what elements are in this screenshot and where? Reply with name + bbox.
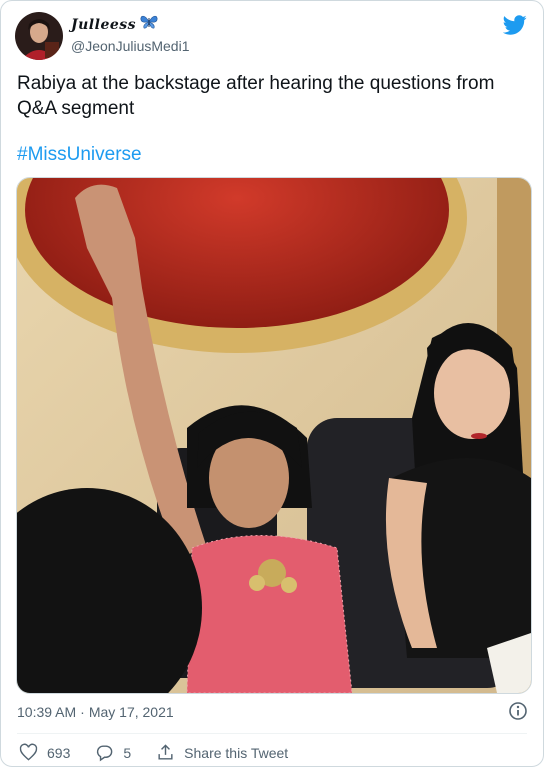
avatar[interactable]	[15, 12, 63, 60]
author-name[interactable]: Julleess	[71, 17, 136, 33]
share-button[interactable]: Share this Tweet	[156, 743, 288, 762]
reply-button[interactable]: 5	[95, 743, 131, 762]
reply-count: 5	[123, 744, 132, 761]
tweet-date: May 17, 2021	[88, 704, 174, 720]
meta-separator: ·	[80, 704, 85, 720]
like-count: 693	[47, 744, 71, 761]
tweet-card: Julleess @JeonJuliusMedi1 Rabiya at the …	[0, 0, 544, 767]
heart-icon	[19, 743, 38, 761]
hashtag-link[interactable]: #MissUniverse	[17, 144, 142, 166]
tweet-photo[interactable]	[16, 177, 532, 694]
reply-icon	[97, 745, 113, 762]
divider	[17, 733, 527, 734]
share-label: Share this Tweet	[184, 744, 289, 761]
tweet-text: Rabiya at the backstage after hearing th…	[17, 73, 495, 119]
tweet-timestamp[interactable]: 10:39 AM · May 17, 2021	[17, 704, 174, 720]
share-icon	[158, 744, 173, 760]
tweet-time: 10:39 AM	[17, 704, 77, 720]
like-button[interactable]: 693	[19, 743, 70, 762]
info-icon[interactable]	[508, 701, 528, 721]
author-handle[interactable]: @JeonJuliusMedi1	[71, 38, 190, 54]
action-bar: 693 5 Share this Tweet	[19, 743, 313, 762]
butterfly-icon	[140, 14, 158, 35]
twitter-bird-icon[interactable]	[502, 13, 527, 37]
